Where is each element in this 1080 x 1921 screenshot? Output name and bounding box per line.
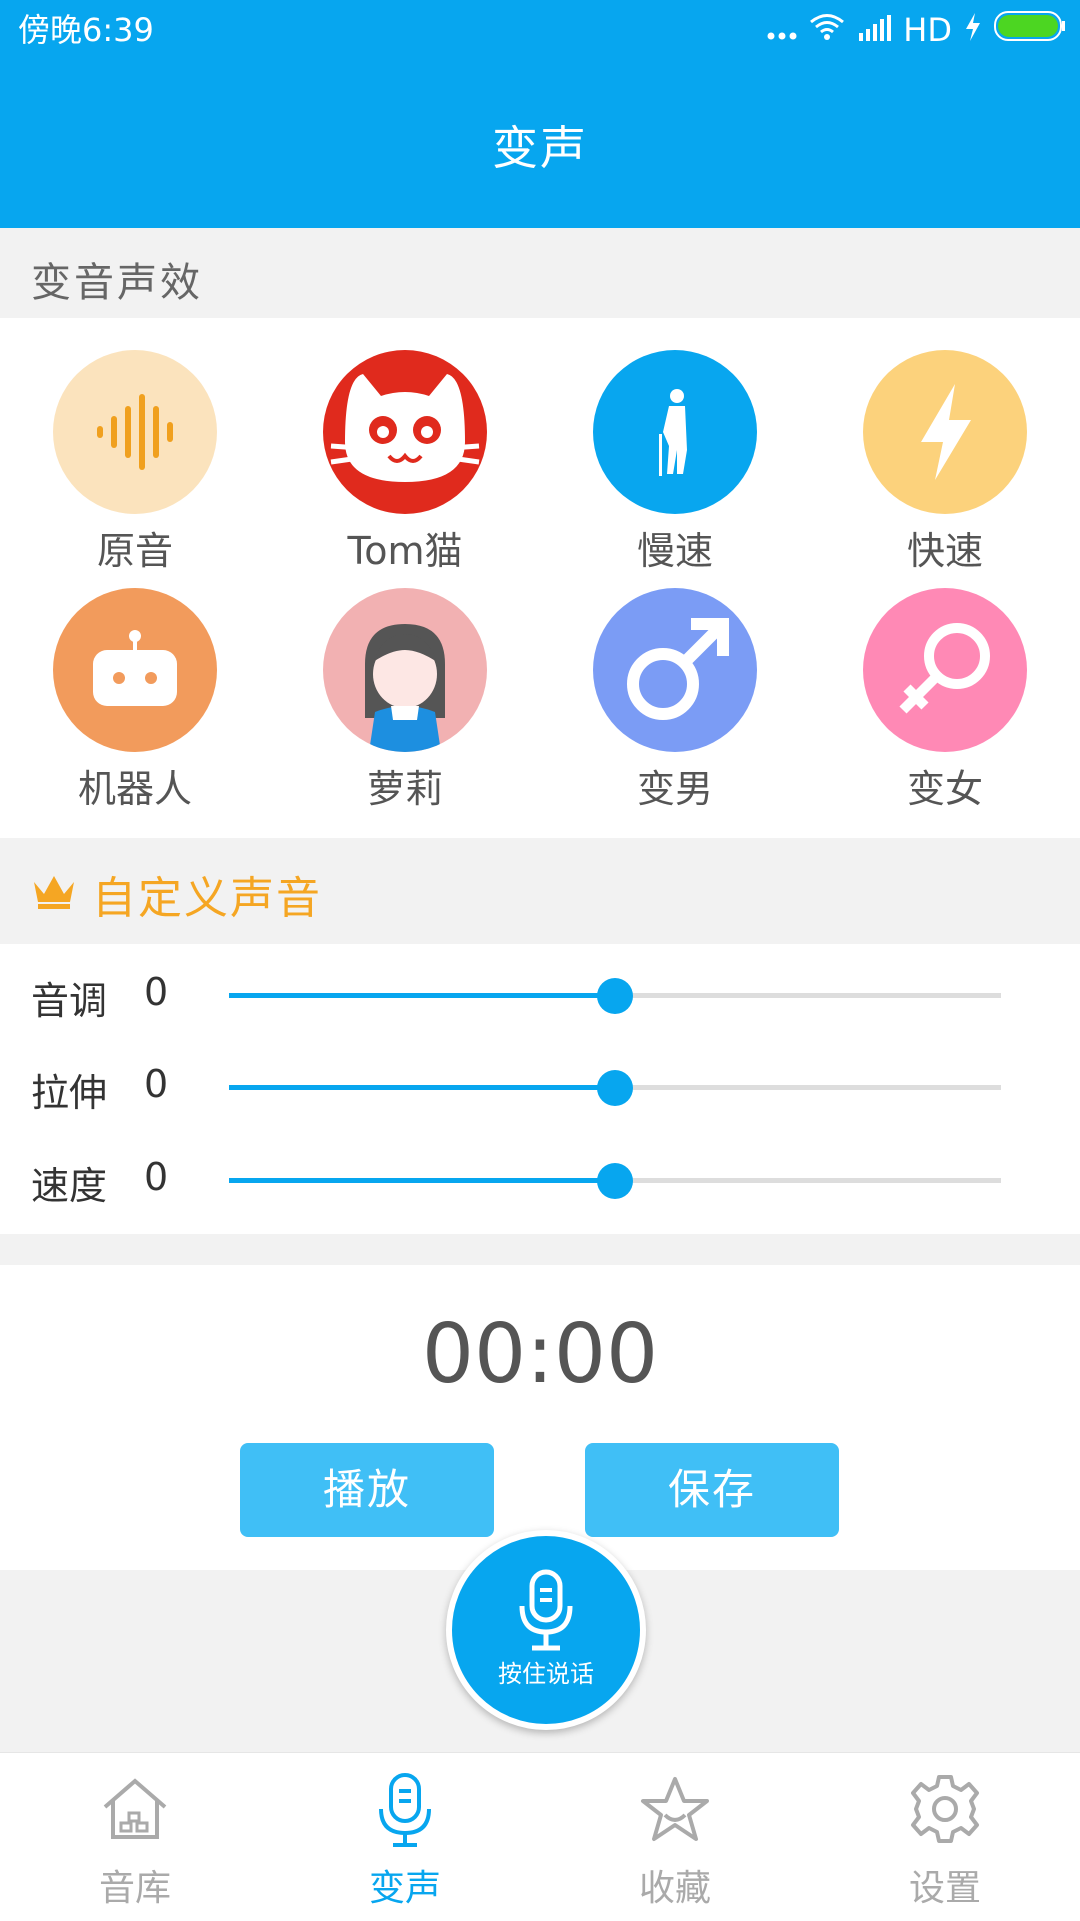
effect-robot[interactable]: 机器人 (25, 588, 245, 813)
effects-grid: 原音 Tom猫 慢速 快速 机器人 萝莉 变男 变女 (0, 318, 1080, 838)
slider-fill (229, 1178, 615, 1183)
tab-favorites[interactable]: 收藏 (540, 1753, 810, 1921)
tab-label: 音库 (98, 1868, 171, 1909)
slider-label: 速度 (31, 1164, 108, 1208)
status-icons: HD (767, 10, 1066, 50)
tab-label: 设置 (908, 1868, 981, 1909)
tab-library[interactable]: 音库 (0, 1753, 270, 1921)
waveform-icon (53, 350, 217, 514)
stretch-slider[interactable] (229, 1070, 1001, 1106)
hold-to-talk-button[interactable]: 按住说话 (446, 1530, 646, 1730)
slider-row-speed: 速度 0 (0, 1145, 1080, 1215)
crown-icon (30, 872, 78, 914)
effect-label: 变男 (636, 767, 713, 811)
microphone-icon (516, 1568, 576, 1656)
tab-label: 变声 (368, 1868, 441, 1909)
custom-sliders: 音调 0 拉伸 0 速度 0 (0, 944, 1080, 1234)
effect-female[interactable]: 变女 (835, 588, 1055, 813)
slider-thumb[interactable] (597, 978, 633, 1014)
signal-icon (857, 11, 892, 49)
hold-to-talk-label: 按住说话 (498, 1660, 594, 1688)
effect-label: 机器人 (77, 767, 192, 811)
effect-loli[interactable]: 萝莉 (295, 588, 515, 813)
app-header: 傍晚6:39 HD 变声 (0, 0, 1080, 228)
effect-fast[interactable]: 快速 (835, 350, 1055, 575)
wifi-icon (809, 11, 845, 49)
play-button[interactable]: 播放 (240, 1443, 494, 1537)
tom-cat-icon (323, 350, 487, 514)
slider-value: 0 (144, 1155, 169, 1199)
slider-thumb[interactable] (597, 1070, 633, 1106)
effect-label: Tom猫 (347, 529, 463, 573)
male-symbol-icon (593, 588, 757, 752)
tab-voice-change[interactable]: 变声 (270, 1753, 540, 1921)
star-icon (639, 1773, 711, 1849)
effect-original[interactable]: 原音 (25, 350, 245, 575)
effect-slow[interactable]: 慢速 (565, 350, 785, 575)
record-timer: 00:00 (421, 1307, 659, 1402)
recorder-panel: 00:00 播放 保存 (0, 1265, 1080, 1570)
slider-thumb[interactable] (597, 1163, 633, 1199)
effects-section-title: 变音声效 (31, 260, 203, 306)
microphone-icon (369, 1773, 441, 1853)
effects-section-header: 变音声效 (0, 228, 1080, 318)
effect-label: 快速 (906, 529, 983, 573)
slider-value: 0 (144, 970, 169, 1014)
charging-icon (964, 11, 982, 49)
effect-tom-cat[interactable]: Tom猫 (295, 350, 515, 575)
effect-label: 变女 (906, 767, 983, 811)
female-symbol-icon (863, 588, 1027, 752)
status-bar: 傍晚6:39 HD (0, 0, 1080, 60)
slider-fill (229, 1085, 615, 1090)
tab-label: 收藏 (638, 1868, 711, 1909)
slider-label: 音调 (31, 979, 108, 1023)
elderly-man-icon (593, 350, 757, 514)
network-type: HD (903, 11, 952, 49)
lightning-icon (863, 350, 1027, 514)
slider-row-stretch: 拉伸 0 (0, 1052, 1080, 1122)
custom-section-title: 自定义声音 (92, 873, 322, 924)
effect-label: 萝莉 (366, 767, 443, 811)
speed-slider[interactable] (229, 1163, 1001, 1199)
save-button[interactable]: 保存 (585, 1443, 839, 1537)
girl-icon (323, 588, 487, 752)
effect-male[interactable]: 变男 (565, 588, 785, 813)
custom-section-header: 自定义声音 (0, 838, 1080, 944)
status-time: 傍晚6:39 (18, 11, 154, 49)
effect-label: 原音 (96, 529, 173, 573)
battery-icon (994, 11, 1066, 49)
home-icon (99, 1773, 171, 1849)
pitch-slider[interactable] (229, 978, 1001, 1014)
slider-label: 拉伸 (31, 1071, 108, 1115)
slider-row-pitch: 音调 0 (0, 960, 1080, 1030)
slider-fill (229, 993, 615, 998)
more-dots-icon (767, 11, 797, 49)
page-title: 变声 (492, 121, 588, 175)
robot-icon (53, 588, 217, 752)
tab-settings[interactable]: 设置 (810, 1753, 1080, 1921)
bottom-tab-bar: 音库 变声 收藏 设置 (0, 1752, 1080, 1921)
slider-value: 0 (144, 1062, 169, 1106)
effect-label: 慢速 (636, 529, 713, 573)
gear-icon (909, 1773, 981, 1849)
